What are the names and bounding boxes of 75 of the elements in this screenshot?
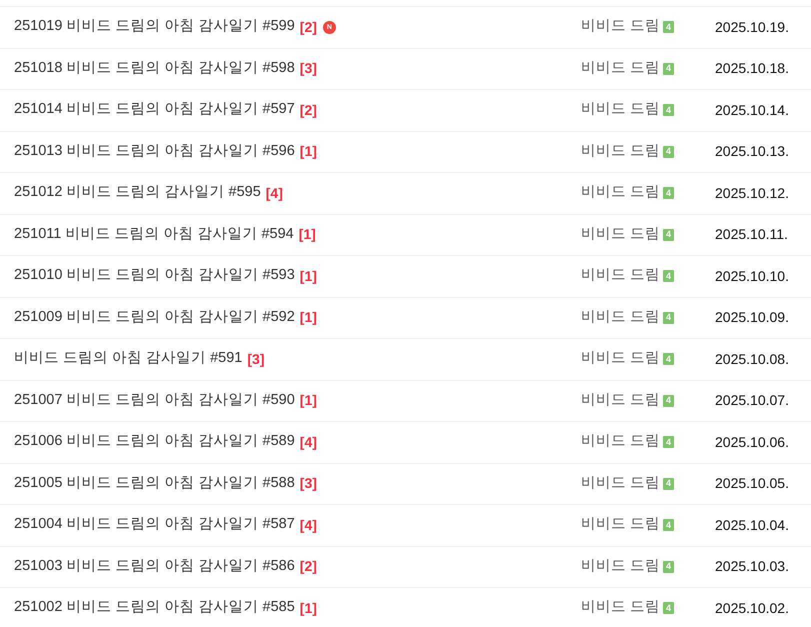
comment-count-link[interactable]: [2] bbox=[300, 556, 317, 578]
level-badge: 4 bbox=[663, 436, 674, 448]
level-badge: 4 bbox=[663, 602, 674, 614]
post-date: 2025.10.09. bbox=[715, 308, 790, 328]
author-name-link[interactable]: 비비드 드림 bbox=[581, 431, 660, 454]
comment-count-link[interactable]: [4] bbox=[300, 514, 317, 536]
level-badge: 4 bbox=[663, 104, 674, 116]
author-name-link[interactable]: 비비드 드림 bbox=[581, 16, 660, 38]
post-title-link[interactable]: 251006 비비드 드림의 아침 감사일기 #589 bbox=[14, 431, 295, 454]
author-name-link[interactable]: 비비드 드림 bbox=[581, 99, 660, 122]
author-name-link[interactable]: 비비드 드림 bbox=[581, 472, 660, 495]
post-date: 2025.10.02. bbox=[715, 598, 790, 618]
post-title-link[interactable]: 251013 비비드 드림의 아침 감사일기 #596 bbox=[14, 140, 295, 163]
comment-count-link[interactable]: [3] bbox=[300, 58, 317, 80]
author-name-link[interactable]: 비비드 드림 bbox=[581, 265, 660, 288]
level-badge: 4 bbox=[663, 519, 674, 532]
post-date: 2025.10.13. bbox=[715, 142, 790, 162]
level-badge: 4 bbox=[663, 353, 674, 366]
comment-count-link[interactable]: [1] bbox=[298, 224, 316, 246]
comment-count-link[interactable]: [1] bbox=[300, 307, 317, 328]
level-badge: 4 bbox=[663, 394, 674, 407]
post-date: 2025.10.04. bbox=[715, 516, 790, 535]
post-title-link[interactable]: 251005 비비드 드림의 아침 감사일기 #588 bbox=[14, 472, 295, 495]
post-date: 2025.10.07. bbox=[715, 391, 790, 410]
post-title-link[interactable]: 251003 비비드 드림의 아침 감사일기 #586 bbox=[14, 556, 295, 578]
post-title-link[interactable]: 251009 비비드 드림의 아침 감사일기 #592 bbox=[14, 306, 295, 329]
post-date: 2025.10.10. bbox=[715, 266, 790, 286]
post-date: 2025.10.19. bbox=[715, 18, 790, 37]
author-name-link[interactable]: 비비드 드림 bbox=[581, 140, 660, 163]
post-title-link[interactable]: 251018 비비드 드림의 아침 감사일기 #598 bbox=[14, 58, 295, 80]
author-name-link[interactable]: 비비드 드림 bbox=[581, 182, 660, 204]
author-name-link[interactable]: 비비드 드림 bbox=[581, 514, 660, 536]
level-badge: 4 bbox=[663, 560, 674, 573]
level-badge: 4 bbox=[663, 62, 674, 75]
level-badge: 4 bbox=[663, 146, 674, 158]
level-badge: 4 bbox=[663, 187, 674, 200]
level-badge: 4 bbox=[663, 478, 674, 490]
post-date: 2025.10.14. bbox=[715, 100, 790, 120]
comment-count-link[interactable]: [2] bbox=[300, 100, 317, 121]
comment-count-link[interactable]: [4] bbox=[300, 432, 317, 453]
post-title-link[interactable]: 251014 비비드 드림의 아침 감사일기 #597 bbox=[14, 99, 295, 122]
post-title-link[interactable]: 251019 비비드 드림의 아침 감사일기 #599 bbox=[14, 16, 295, 38]
author-name-link[interactable]: 비비드 드림 bbox=[581, 390, 660, 412]
post-date: 2025.10.12. bbox=[715, 184, 790, 203]
comment-count-link[interactable]: [4] bbox=[266, 182, 283, 204]
comment-count-link[interactable]: [1] bbox=[300, 390, 317, 412]
level-badge: 4 bbox=[663, 21, 674, 34]
post-title-link[interactable]: 비비드 드림의 아침 감사일기 #591 bbox=[14, 348, 242, 370]
comment-count-link[interactable]: [3] bbox=[247, 348, 264, 370]
post-title-link[interactable]: 251012 비비드 드림의 감사일기 #595 bbox=[14, 182, 261, 204]
comment-count-link[interactable]: [1] bbox=[300, 266, 317, 287]
comment-count-link[interactable]: [1] bbox=[300, 141, 317, 162]
post-title-link[interactable]: 251002 비비드 드림의 아침 감사일기 #585 bbox=[14, 597, 295, 620]
post-date: 2025.10.03. bbox=[715, 557, 790, 576]
author-name-link[interactable]: 비비드 드림 bbox=[581, 58, 660, 80]
comment-count-link[interactable]: [3] bbox=[300, 473, 317, 494]
post-title-link[interactable]: 251007 비비드 드림의 아침 감사일기 #590 bbox=[14, 390, 295, 412]
post-title-link[interactable]: 251004 비비드 드림의 아침 감사일기 #587 bbox=[14, 514, 295, 536]
comment-count-link[interactable]: [2] bbox=[300, 16, 317, 38]
comment-count-link[interactable]: [1] bbox=[300, 598, 317, 619]
author-name-link[interactable]: 비비드 드림 bbox=[581, 597, 660, 620]
post-date: 2025.10.06. bbox=[715, 432, 790, 452]
post-date: 2025.10.11. bbox=[715, 225, 789, 244]
level-badge: 4 bbox=[663, 270, 674, 282]
post-date: 2025.10.05. bbox=[715, 474, 790, 494]
post-title-link[interactable]: 251011 비비드 드림의 아침 감사일기 #594 bbox=[14, 224, 294, 246]
author-name-link[interactable]: 비비드 드림 bbox=[581, 348, 660, 370]
level-badge: 4 bbox=[663, 228, 674, 241]
author-name-link[interactable]: 비비드 드림 bbox=[581, 556, 660, 578]
post-title-link[interactable]: 251010 비비드 드림의 아침 감사일기 #593 bbox=[14, 265, 295, 288]
author-name-link[interactable]: 비비드 드림 bbox=[581, 306, 660, 329]
author-name-link[interactable]: 비비드 드림 bbox=[581, 224, 660, 246]
post-date: 2025.10.08. bbox=[715, 350, 790, 369]
post-date: 2025.10.18. bbox=[715, 59, 790, 78]
level-badge: 4 bbox=[663, 312, 674, 324]
